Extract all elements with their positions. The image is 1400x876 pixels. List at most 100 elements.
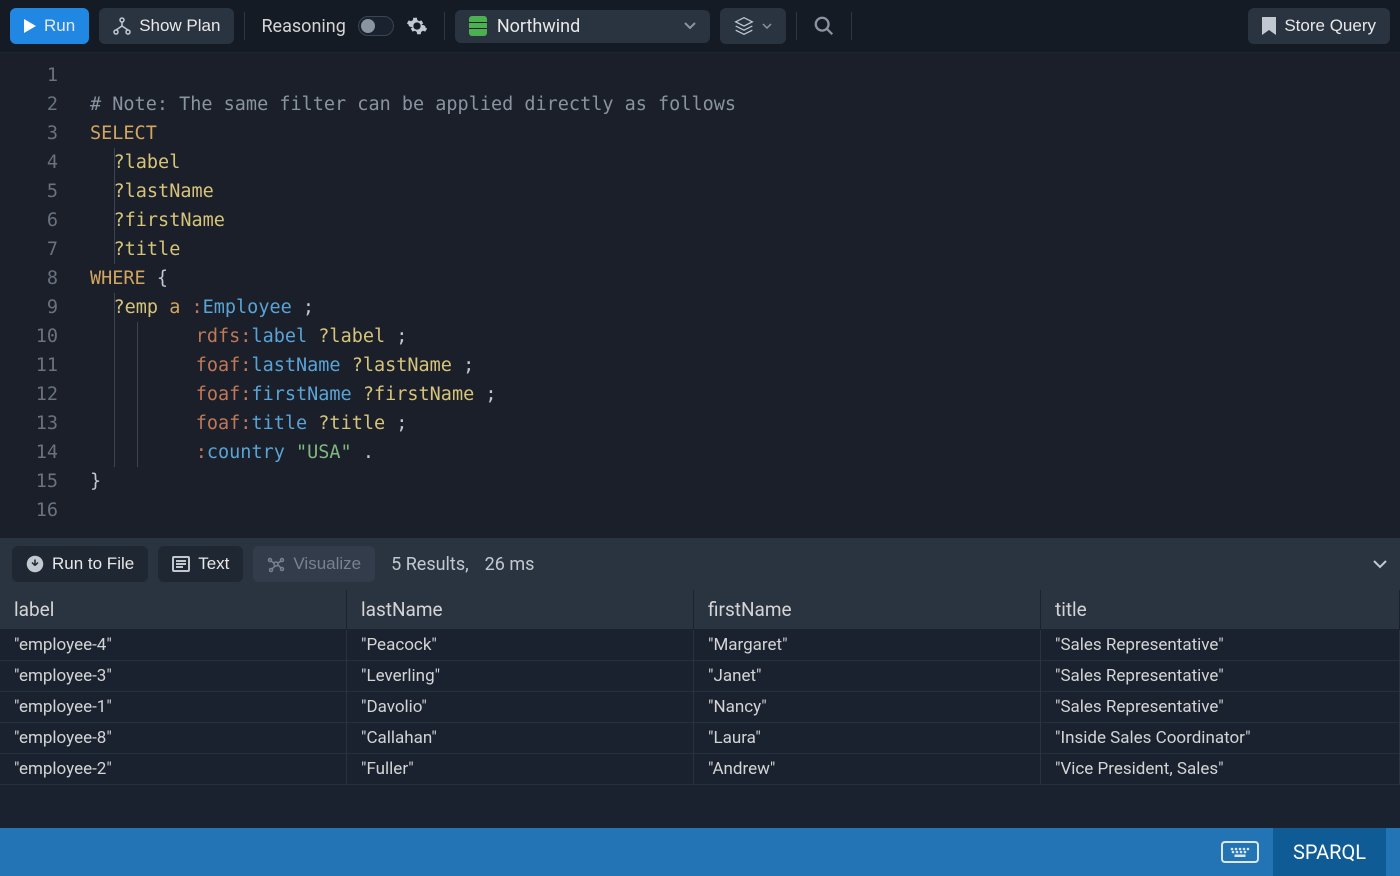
database-name: Northwind: [497, 16, 580, 37]
toolbar-divider: [444, 12, 445, 40]
table-cell: "Laura": [694, 723, 1041, 754]
keyboard-icon[interactable]: [1221, 841, 1259, 863]
toolbar-divider: [851, 12, 852, 40]
table-cell: "Peacock": [347, 630, 694, 661]
table-cell: "Margaret": [694, 630, 1041, 661]
bookmark-icon: [1262, 17, 1276, 35]
code-line[interactable]: [72, 61, 1400, 90]
visualize-label: Visualize: [293, 554, 361, 574]
layers-button[interactable]: [720, 8, 786, 44]
code-line[interactable]: foaf:lastName ?lastName ;: [72, 351, 1400, 380]
table-cell: "Fuller": [347, 754, 694, 785]
run-button-label: Run: [44, 16, 75, 36]
database-icon: [469, 16, 487, 36]
code-area[interactable]: # Note: The same filter can be applied d…: [72, 53, 1400, 538]
table-cell: "employee-8": [0, 723, 347, 754]
line-number: 1: [0, 61, 58, 90]
table-cell: "employee-2": [0, 754, 347, 785]
table-cell: "Andrew": [694, 754, 1041, 785]
show-plan-label: Show Plan: [139, 16, 220, 36]
table-header: labellastNamefirstNametitle: [0, 590, 1400, 630]
code-line[interactable]: ?emp a :Employee ;: [72, 293, 1400, 322]
table-row[interactable]: "employee-3""Leverling""Janet""Sales Rep…: [0, 661, 1400, 692]
line-number: 9: [0, 293, 58, 322]
code-line[interactable]: :country "USA" .: [72, 438, 1400, 467]
line-number: 10: [0, 322, 58, 351]
table-cell: "Davolio": [347, 692, 694, 723]
gear-icon[interactable]: [406, 15, 428, 37]
code-line[interactable]: }: [72, 467, 1400, 496]
table-cell: "Inside Sales Coordinator": [1041, 723, 1400, 754]
line-number: 15: [0, 467, 58, 496]
code-editor[interactable]: 12345678910111213141516 # Note: The same…: [0, 53, 1400, 538]
play-icon: [24, 19, 36, 33]
line-number: 6: [0, 206, 58, 235]
download-icon: [26, 555, 44, 573]
line-number: 7: [0, 235, 58, 264]
table-row[interactable]: "employee-4""Peacock""Margaret""Sales Re…: [0, 630, 1400, 661]
main-toolbar: Run Show Plan Reasoning Northwind: [0, 0, 1400, 53]
line-gutter: 12345678910111213141516: [0, 53, 72, 538]
line-number: 12: [0, 380, 58, 409]
column-header[interactable]: firstName: [694, 590, 1041, 630]
chevron-down-icon: [762, 23, 772, 29]
table-cell: "Sales Representative": [1041, 692, 1400, 723]
code-line[interactable]: WHERE {: [72, 264, 1400, 293]
code-line[interactable]: foaf:firstName ?firstName ;: [72, 380, 1400, 409]
store-query-label: Store Query: [1284, 16, 1376, 36]
code-line[interactable]: ?lastName: [72, 177, 1400, 206]
results-timing: 26 ms: [485, 554, 535, 575]
line-number: 4: [0, 148, 58, 177]
code-line[interactable]: # Note: The same filter can be applied d…: [72, 90, 1400, 119]
code-line[interactable]: ?firstName: [72, 206, 1400, 235]
code-line[interactable]: SELECT: [72, 119, 1400, 148]
table-cell: "Leverling": [347, 661, 694, 692]
results-toolbar: Run to File Text Visualize 5 Results, 26…: [0, 538, 1400, 590]
column-header[interactable]: title: [1041, 590, 1400, 630]
reasoning-group: Reasoning: [255, 15, 433, 37]
table-cell: "employee-4": [0, 630, 347, 661]
line-number: 14: [0, 438, 58, 467]
table-row[interactable]: "employee-1""Davolio""Nancy""Sales Repre…: [0, 692, 1400, 723]
layers-icon: [734, 16, 754, 36]
table-row[interactable]: "employee-8""Callahan""Laura""Inside Sal…: [0, 723, 1400, 754]
database-selector[interactable]: Northwind: [455, 10, 710, 43]
chevron-down-icon[interactable]: [1372, 559, 1388, 569]
text-view-label: Text: [198, 554, 229, 574]
run-button[interactable]: Run: [10, 8, 89, 44]
table-row[interactable]: "employee-2""Fuller""Andrew""Vice Presid…: [0, 754, 1400, 785]
toolbar-divider: [796, 12, 797, 40]
line-number: 13: [0, 409, 58, 438]
code-line[interactable]: ?title: [72, 235, 1400, 264]
reasoning-toggle[interactable]: [358, 16, 394, 36]
show-plan-button[interactable]: Show Plan: [99, 8, 234, 44]
code-line[interactable]: [72, 496, 1400, 525]
code-line[interactable]: rdfs:label ?label ;: [72, 322, 1400, 351]
table-cell: "Sales Representative": [1041, 661, 1400, 692]
line-number: 2: [0, 90, 58, 119]
run-to-file-label: Run to File: [52, 554, 134, 574]
graph-icon: [267, 555, 285, 573]
run-to-file-button[interactable]: Run to File: [12, 546, 148, 582]
store-query-button[interactable]: Store Query: [1248, 8, 1390, 44]
line-number: 16: [0, 496, 58, 525]
search-icon[interactable]: [807, 9, 841, 43]
code-line[interactable]: foaf:title ?title ;: [72, 409, 1400, 438]
column-header[interactable]: lastName: [347, 590, 694, 630]
table-cell: "Vice President, Sales": [1041, 754, 1400, 785]
text-icon: [172, 556, 190, 572]
chevron-down-icon: [684, 22, 696, 30]
language-indicator[interactable]: SPARQL: [1273, 828, 1386, 876]
column-header[interactable]: label: [0, 590, 347, 630]
text-view-button[interactable]: Text: [158, 546, 243, 582]
code-line[interactable]: ?label: [72, 148, 1400, 177]
table-body: "employee-4""Peacock""Margaret""Sales Re…: [0, 630, 1400, 785]
table-cell: "Sales Representative": [1041, 630, 1400, 661]
table-cell: "Callahan": [347, 723, 694, 754]
table-cell: "employee-3": [0, 661, 347, 692]
table-cell: "Janet": [694, 661, 1041, 692]
visualize-button[interactable]: Visualize: [253, 546, 375, 582]
table-cell: "Nancy": [694, 692, 1041, 723]
line-number: 8: [0, 264, 58, 293]
toolbar-divider: [244, 12, 245, 40]
